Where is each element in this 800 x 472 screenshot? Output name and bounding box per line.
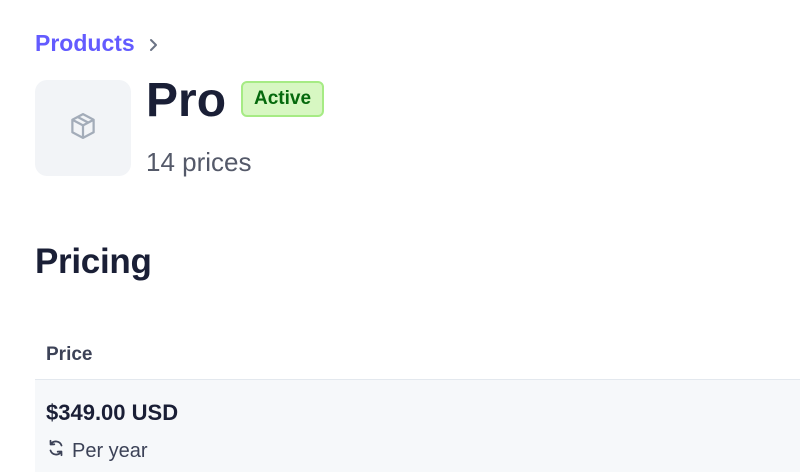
product-info: Pro Active 14 prices	[146, 74, 325, 178]
table-header: Price	[35, 330, 800, 380]
box-icon	[68, 111, 98, 146]
price-interval: Per year	[46, 438, 800, 464]
price-amount: $349.00 USD	[46, 400, 179, 425]
title-row: Pro Active	[146, 74, 325, 127]
status-badge: Active	[241, 81, 325, 117]
product-thumbnail	[35, 80, 131, 176]
pricing-table: Price $349.00 USD Per year	[35, 330, 800, 472]
chevron-right-icon	[145, 37, 161, 53]
product-detail-page: Products Pro Active 14 prices Pricing Pr…	[0, 0, 800, 472]
column-header-price: Price	[46, 343, 93, 365]
product-title: Pro	[146, 74, 227, 127]
table-row[interactable]: $349.00 USD Per year	[35, 380, 800, 472]
breadcrumb: Products	[35, 30, 161, 57]
price-interval-label: Per year	[72, 439, 148, 462]
product-header: Pro Active 14 prices	[35, 74, 325, 178]
price-count: 14 prices	[146, 147, 252, 177]
breadcrumb-products-link[interactable]: Products	[35, 30, 135, 57]
recurring-icon	[46, 438, 66, 464]
pricing-section-title: Pricing	[35, 242, 152, 281]
